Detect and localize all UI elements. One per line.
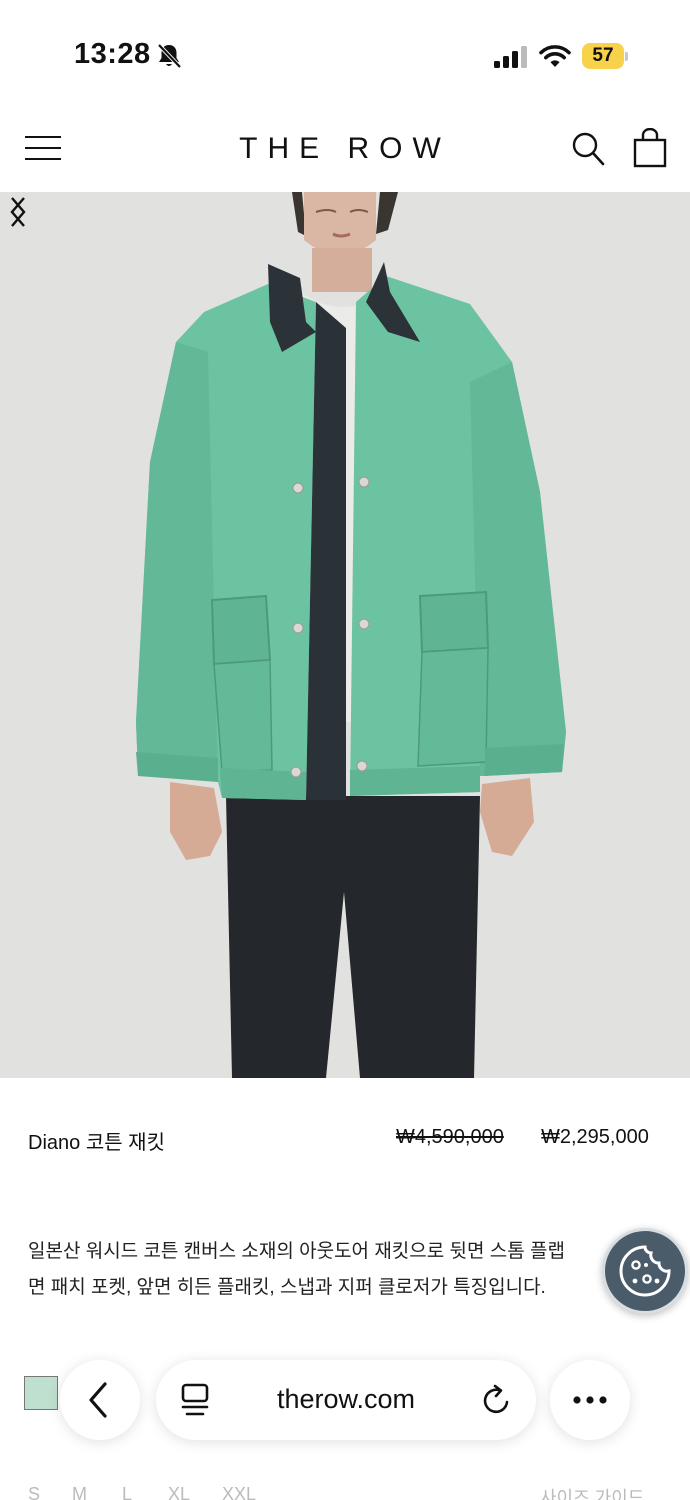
url-text[interactable]: therow.com [256,1384,436,1415]
color-swatch[interactable] [24,1376,58,1410]
back-arrow-icon [89,1382,107,1418]
original-price: ₩4,590,000 [396,1126,504,1148]
browser-more-button[interactable] [550,1360,630,1440]
reader-mode-icon[interactable] [178,1382,212,1418]
browser-back-button[interactable] [60,1360,140,1440]
bell-slash-icon [157,43,182,69]
sale-price: ₩2,295,000 [541,1126,649,1148]
size-option[interactable]: M [72,1484,87,1500]
chevron-right-icon[interactable] [0,192,36,232]
size-option[interactable]: S [28,1484,40,1500]
reload-icon[interactable] [480,1382,514,1418]
size-guide-link[interactable]: 사이즈 가이드 [540,1484,644,1500]
description-line-2: 면 패치 포켓, 앞면 히든 플래킷, 스냅과 지퍼 클로저가 특징입니다. [28,1277,546,1298]
status-bar: 13:28 57 [0,0,690,100]
size-option[interactable]: XXL [222,1484,256,1500]
cookie-icon [619,1245,671,1297]
battery-level: 57 [592,45,614,66]
size-option[interactable]: L [122,1484,132,1500]
more-options-icon [573,1396,607,1404]
product-image [0,192,690,1078]
wifi-icon [539,45,571,67]
cookie-settings-button[interactable] [602,1228,688,1314]
product-name: Diano 코튼 재킷 [28,1132,165,1154]
product-image-carousel[interactable] [0,192,690,1078]
description-line-1: 일본산 워시드 코튼 캔버스 소재의 아웃도어 재킷으로 뒷면 스톰 플랩 [28,1241,565,1262]
product-description: 일본산 워시드 코튼 캔버스 소재의 아웃도어 재킷으로 뒷면 스톰 플랩 면 … [28,1234,628,1306]
site-header: THE ROW [0,100,690,192]
search-icon[interactable] [570,130,606,168]
browser-address-bar[interactable]: therow.com [156,1360,536,1440]
shopping-bag-icon[interactable] [632,128,668,168]
size-option[interactable]: XL [168,1484,190,1500]
status-time: 13:28 [74,38,151,70]
battery-icon: 57 [582,43,628,69]
cellular-signal-icon [494,46,527,68]
